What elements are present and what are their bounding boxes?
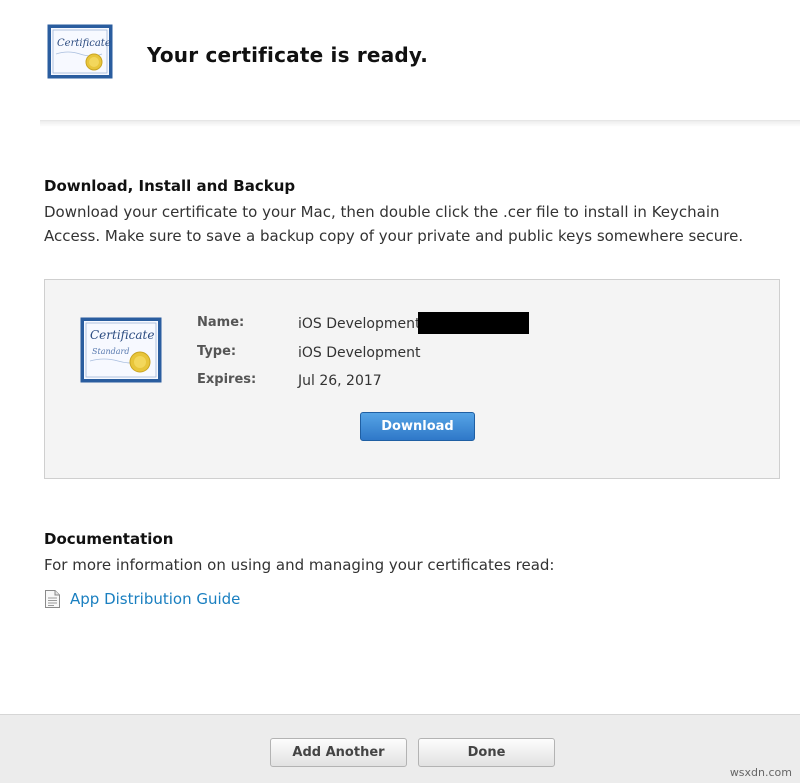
app-distribution-guide-label[interactable]: App Distribution Guide	[70, 590, 240, 608]
header-divider	[40, 120, 800, 127]
type-value: iOS Development	[298, 345, 421, 361]
header: Certificate Your certificate is ready.	[0, 0, 800, 120]
certificate-standard-icon: Certificate Standard	[80, 317, 162, 383]
name-value: iOS Development:	[298, 316, 426, 332]
watermark: wsxdn.com	[729, 766, 792, 779]
footer-bar: Add Another Done wsxdn.com	[0, 714, 800, 783]
expires-label: Expires:	[197, 372, 257, 387]
add-another-button[interactable]: Add Another	[270, 738, 407, 767]
documentation-description: For more information on using and managi…	[44, 556, 555, 574]
page-title: Your certificate is ready.	[147, 43, 429, 67]
app-distribution-guide-link[interactable]: App Distribution Guide	[44, 588, 240, 610]
expires-value: Jul 26, 2017	[298, 373, 382, 389]
download-section-description: Download your certificate to your Mac, t…	[44, 203, 744, 245]
type-label: Type:	[197, 344, 237, 359]
certificate-icon: Certificate	[47, 24, 113, 79]
download-button[interactable]: Download	[360, 412, 475, 441]
download-section-title: Download, Install and Backup	[44, 177, 296, 195]
certificate-info-box: Certificate Standard Name: iOS Developme…	[44, 279, 780, 479]
certificate-icon-subword: Standard	[92, 347, 129, 356]
done-button[interactable]: Done	[418, 738, 555, 767]
name-label: Name:	[197, 315, 245, 330]
document-icon	[44, 589, 61, 609]
certificate-icon-word: Certificate	[57, 38, 111, 49]
certificate-icon-word: Certificate	[90, 328, 154, 342]
documentation-title: Documentation	[44, 530, 174, 548]
certificate-ready-page: Certificate Your certificate is ready. D…	[0, 0, 800, 783]
redacted-block	[418, 312, 529, 334]
